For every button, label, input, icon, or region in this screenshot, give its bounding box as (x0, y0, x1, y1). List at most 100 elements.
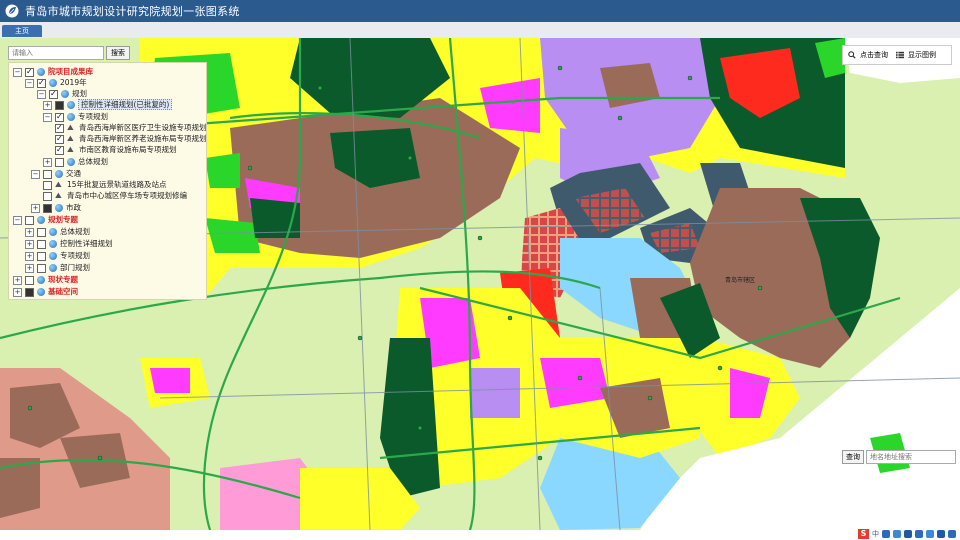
collapse-toggle[interactable]: − (43, 112, 52, 122)
checkbox[interactable] (37, 263, 46, 273)
click-query-tool[interactable]: 点击查询 (848, 50, 888, 60)
map-layer-icon: ⛰ (55, 180, 62, 189)
status-bar (0, 530, 960, 540)
tree-node-root[interactable]: − 院项目成果库 (13, 66, 93, 77)
tree-node-planning[interactable]: − 规划 (37, 88, 87, 99)
checkbox[interactable] (43, 180, 52, 190)
tree-label: 总体规划 (60, 227, 90, 236)
layer-group-icon (61, 90, 69, 98)
tree-node-status-topic[interactable]: + 现状专题 (13, 274, 78, 285)
tree-leaf-traffic-2[interactable]: ⛰ 青岛市中心城区停车场专项规划修编 (43, 190, 187, 201)
toolbox-icon[interactable] (948, 530, 956, 538)
checkbox[interactable] (25, 275, 34, 285)
tree-node-municipal[interactable]: + 市政 (31, 202, 81, 213)
tree-label: 基础空间 (48, 287, 78, 296)
tree-node-topics[interactable]: − 规划专题 (13, 214, 78, 225)
search-icon (848, 51, 856, 59)
tree-label: 控制性详细规划(已批复的) (78, 99, 173, 110)
checkbox[interactable] (55, 157, 64, 167)
tree-node-topic-3[interactable]: + 专项规划 (25, 250, 90, 261)
tree-node-traffic[interactable]: − 交通 (31, 168, 81, 179)
map-layer-icon: ⛰ (67, 123, 74, 132)
tree-label: 规划 (72, 89, 87, 98)
checkbox[interactable] (25, 215, 34, 225)
layer-group-icon (49, 228, 57, 236)
layer-group-icon (49, 264, 57, 272)
tree-node-topic-1[interactable]: + 总体规划 (25, 226, 90, 237)
collapse-toggle[interactable]: − (37, 89, 46, 99)
skin-icon[interactable] (937, 530, 945, 538)
checkbox[interactable] (43, 203, 52, 213)
tree-node-master[interactable]: + 总体规划 (43, 156, 108, 167)
tree-node-topic-4[interactable]: + 部门规划 (25, 262, 90, 273)
tree-node-topic-2[interactable]: + 控制性详细规划 (25, 238, 113, 249)
map-layer-icon: ⛰ (67, 145, 74, 154)
map-label-district: 青岛市辖区 (725, 276, 755, 284)
checkbox[interactable] (37, 227, 46, 237)
expand-toggle[interactable]: + (25, 227, 34, 237)
checkbox[interactable] (43, 169, 52, 179)
tree-leaf-special-2[interactable]: ⛰ 青岛西海岸新区养老设施布局专项规划 (55, 133, 207, 144)
checkbox[interactable] (37, 239, 46, 249)
show-legend-tool[interactable]: 显示图例 (896, 50, 936, 60)
checkbox[interactable] (49, 88, 58, 99)
keyboard-icon[interactable] (915, 530, 923, 538)
map-layer-icon: ⛰ (55, 191, 62, 200)
punctuation-icon[interactable] (882, 530, 890, 538)
collapse-toggle[interactable]: − (13, 215, 22, 225)
mic-icon[interactable] (904, 530, 912, 538)
tree-leaf-special-1[interactable]: ⛰ 青岛西海岸新区医疗卫生设施专项规划 (55, 122, 207, 133)
expand-toggle[interactable]: + (25, 239, 34, 249)
expand-toggle[interactable]: + (25, 263, 34, 273)
layer-group-icon (37, 276, 45, 284)
tree-leaf-special-3[interactable]: ⛰ 市南区教育设施布局专项规划 (55, 144, 177, 155)
tab-home[interactable]: 主页 (2, 25, 42, 37)
address-search-input[interactable] (866, 450, 956, 464)
layer-group-icon (55, 204, 63, 212)
collapse-toggle[interactable]: − (25, 78, 34, 88)
collapse-toggle[interactable]: − (31, 169, 40, 179)
sogou-logo-icon[interactable]: S (858, 529, 869, 539)
search-button[interactable]: 搜索 (106, 46, 130, 60)
address-query-button[interactable]: 查询 (842, 450, 864, 464)
map-layer-icon: ⛰ (67, 134, 74, 143)
checkbox[interactable] (55, 144, 64, 155)
checkbox[interactable] (37, 251, 46, 261)
tree-node-2019[interactable]: − 2019年 (25, 77, 87, 88)
title-bar: 青岛市城市规划设计研究院规划一张图系统 (0, 0, 960, 22)
checkbox[interactable] (25, 287, 34, 297)
expand-toggle[interactable]: + (13, 275, 22, 285)
tree-label: 规划专题 (48, 215, 78, 224)
checkbox[interactable] (55, 122, 64, 133)
checkbox[interactable] (55, 133, 64, 144)
user-icon[interactable] (926, 530, 934, 538)
tree-label: 专项规划 (60, 251, 90, 260)
tree-leaf-traffic-1[interactable]: ⛰ 15年批复远景轨道线路及站点 (43, 179, 167, 190)
tree-node-control-detail[interactable]: + 控制性详细规划(已批复的) (43, 99, 173, 110)
checkbox[interactable] (43, 191, 52, 201)
expand-toggle[interactable]: + (25, 251, 34, 261)
map-toolbar: 点击查询 显示图例 (842, 45, 952, 65)
tree-node-base-space[interactable]: + 基础空间 (13, 286, 78, 297)
collapse-toggle[interactable]: − (13, 67, 22, 77)
checkbox[interactable] (55, 111, 64, 122)
app-title: 青岛市城市规划设计研究院规划一张图系统 (25, 5, 240, 18)
checkbox[interactable] (37, 77, 46, 88)
tree-label: 青岛西海岸新区医疗卫生设施专项规划 (79, 123, 207, 132)
expand-toggle[interactable]: + (43, 100, 52, 110)
lang-toggle[interactable]: 中 (872, 529, 879, 539)
tree-label: 院项目成果库 (48, 67, 93, 76)
expand-toggle[interactable]: + (43, 157, 52, 167)
checkbox[interactable] (55, 100, 64, 110)
tree-label: 市南区教育设施布局专项规划 (79, 145, 177, 154)
layer-group-icon (67, 101, 75, 109)
tree-node-special[interactable]: − 专项规划 (43, 111, 108, 122)
emoji-icon[interactable] (893, 530, 901, 538)
tree-label: 交通 (66, 169, 81, 178)
tab-bar: 主页 (0, 22, 960, 39)
expand-toggle[interactable]: + (13, 287, 22, 297)
expand-toggle[interactable]: + (31, 203, 40, 213)
checkbox[interactable] (25, 66, 34, 77)
layer-tree-panel: −院项目成果库 −2019年 −规划 +控制性详细规划(已批复的) −专项规划 … (8, 62, 207, 300)
search-input[interactable] (8, 46, 104, 60)
